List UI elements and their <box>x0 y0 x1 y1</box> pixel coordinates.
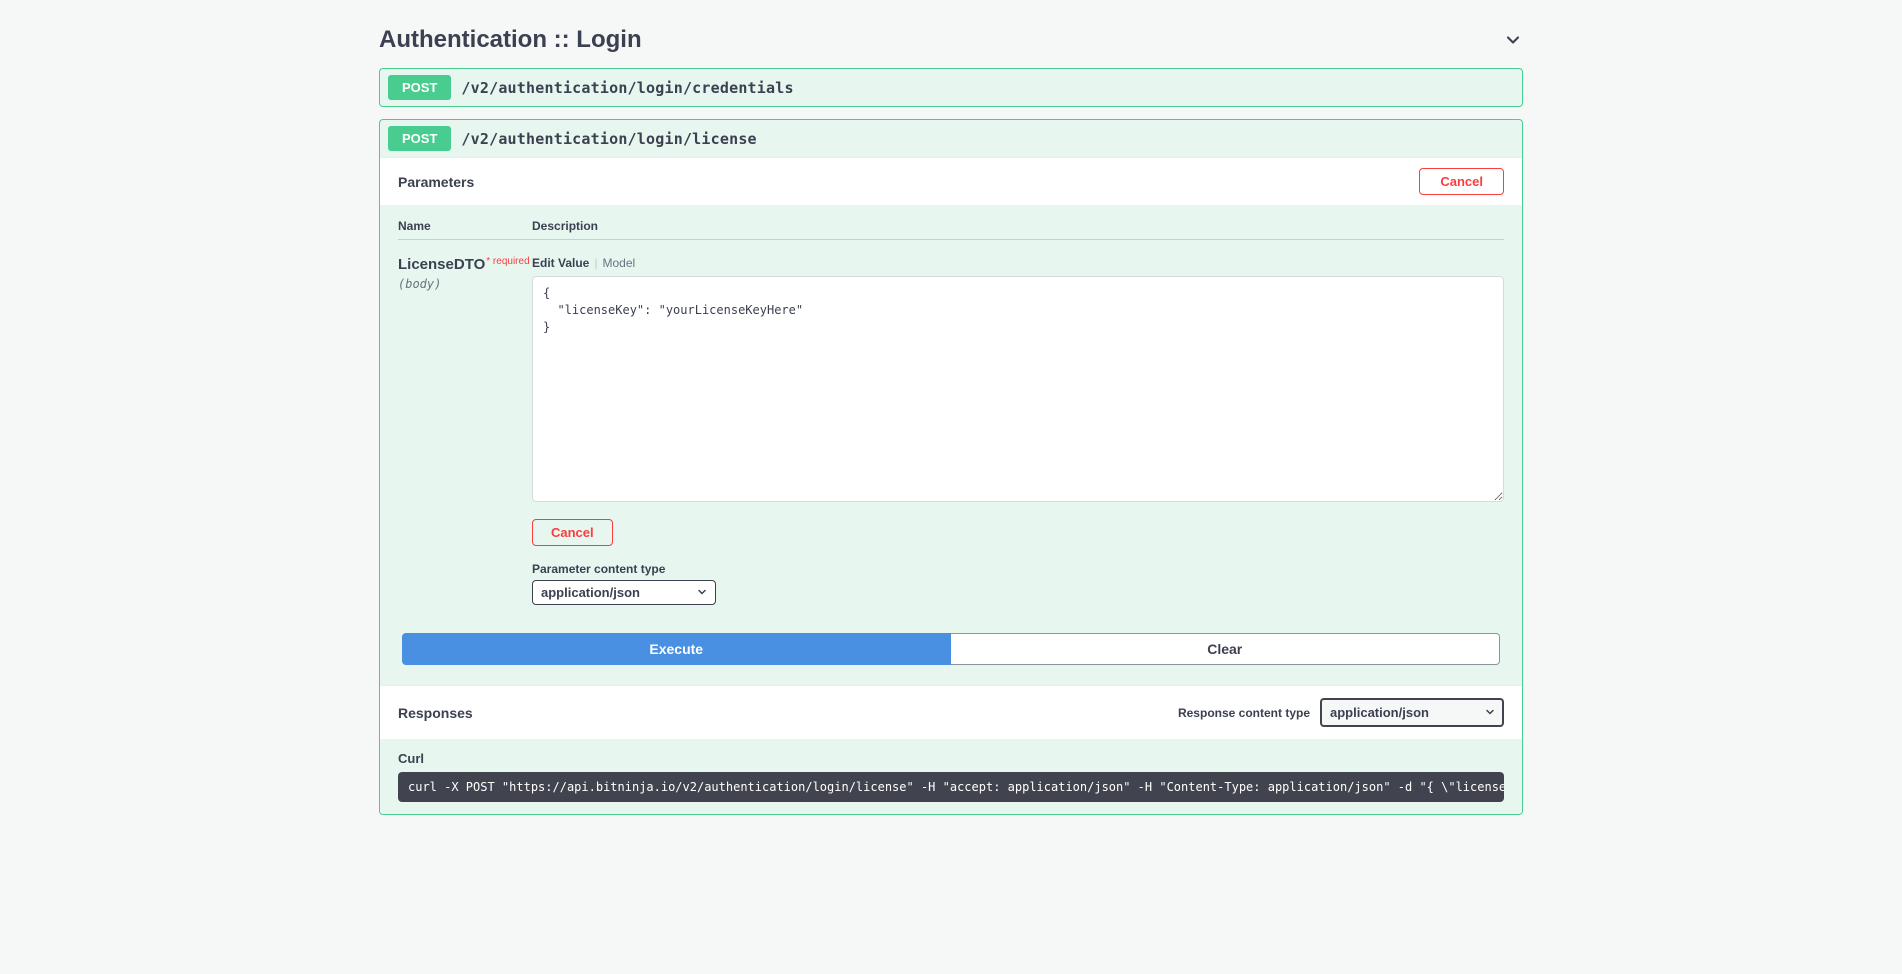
parameters-header-row: Parameters Cancel <box>380 157 1522 205</box>
parameter-content-type-select[interactable]: application/json <box>532 580 716 605</box>
tab-edit-value[interactable]: Edit Value <box>532 256 589 270</box>
parameters-label: Parameters <box>398 174 474 190</box>
required-marker: * required <box>486 256 529 267</box>
method-badge-post: POST <box>388 126 451 151</box>
endpoint-path: /v2/authentication/login/credentials <box>461 79 793 97</box>
chevron-down-icon <box>1503 30 1523 50</box>
responses-label: Responses <box>398 705 473 721</box>
param-in-label: (body) <box>398 277 532 291</box>
body-textarea[interactable] <box>532 276 1504 502</box>
tab-model[interactable]: Model <box>602 256 635 270</box>
curl-command: curl -X POST "https://api.bitninja.io/v2… <box>398 772 1504 802</box>
col-description: Description <box>532 219 1504 233</box>
section-header[interactable]: Authentication :: Login <box>379 20 1523 68</box>
endpoint-path: /v2/authentication/login/license <box>461 130 756 148</box>
parameter-content-type-label: Parameter content type <box>532 562 1504 576</box>
clear-button[interactable]: Clear <box>951 633 1501 665</box>
param-name: LicenseDTO* required <box>398 256 532 273</box>
response-content-type-select[interactable]: application/json <box>1320 698 1504 727</box>
cancel-button[interactable]: Cancel <box>1419 168 1504 195</box>
opblock-summary[interactable]: POST /v2/authentication/login/license <box>380 120 1522 157</box>
opblock-credentials: POST /v2/authentication/login/credential… <box>379 68 1523 107</box>
col-name: Name <box>398 219 532 233</box>
response-content-type-label: Response content type <box>1178 706 1310 720</box>
value-model-tabs: Edit Value | Model <box>532 256 1504 270</box>
table-row: LicenseDTO* required (body) Edit Value | M… <box>398 240 1504 605</box>
responses-header-row: Responses Response content type applicat… <box>380 685 1522 739</box>
execute-button[interactable]: Execute <box>402 633 951 665</box>
section-title: Authentication :: Login <box>379 26 642 54</box>
curl-label: Curl <box>398 751 1504 766</box>
opblock-license: POST /v2/authentication/login/license Pa… <box>379 119 1523 815</box>
params-table-header: Name Description <box>398 219 1504 240</box>
cancel-button[interactable]: Cancel <box>532 519 613 546</box>
method-badge-post: POST <box>388 75 451 100</box>
opblock-summary[interactable]: POST /v2/authentication/login/credential… <box>380 69 1522 106</box>
tab-separator: | <box>594 256 597 270</box>
